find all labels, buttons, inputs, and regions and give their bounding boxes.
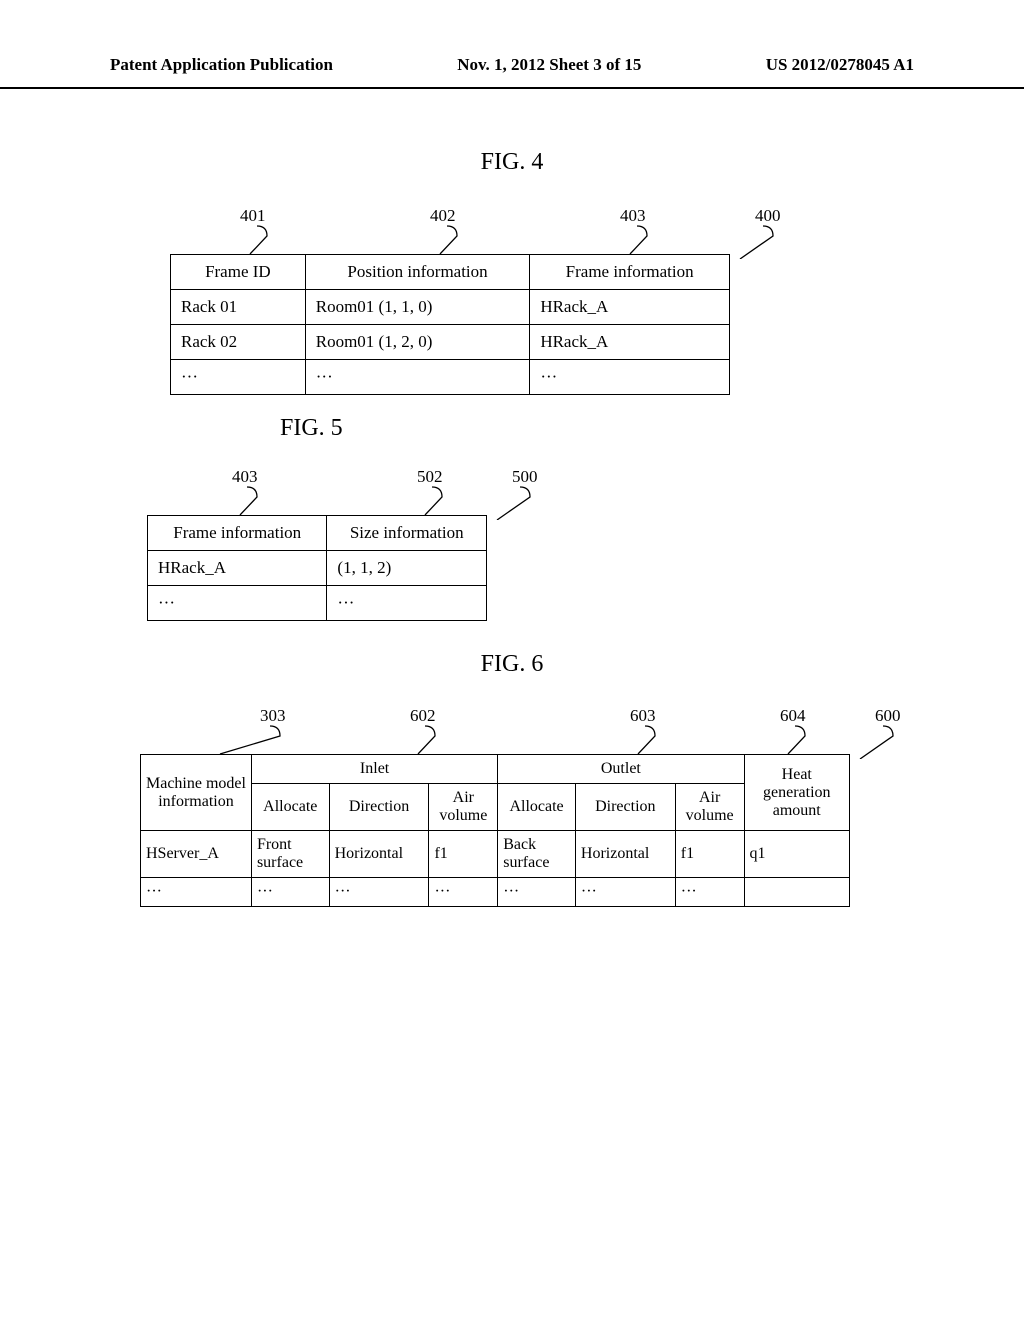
cell: HRack_A [530,290,730,325]
cell: q1 [744,831,849,878]
ref-604: 604 [780,706,806,726]
table-row: HServer_A Front surface Horizontal f1 Ba… [141,831,850,878]
col-size-info: Size information [327,516,487,551]
leadline-icon [615,224,655,259]
cell: HServer_A [141,831,252,878]
table-row: Rack 02 Room01 (1, 2, 0) HRack_A [171,325,730,360]
fig5-container: 403 502 500 Frame information Size infor… [147,467,487,621]
table-header-row: Frame information Size information [148,516,487,551]
col-frame-id: Frame ID [171,255,306,290]
cell: Room01 (1, 2, 0) [305,325,530,360]
cell: ··· [251,878,329,907]
ref-401: 401 [240,206,266,226]
leadline-icon [492,485,542,525]
table-row: HRack_A (1, 1, 2) [148,551,487,586]
ref-403: 403 [620,206,646,226]
cell: ··· [530,360,730,395]
col-out-direction: Direction [575,784,675,831]
fig5-title: FIG. 5 [280,415,1024,442]
cell: (1, 1, 2) [327,551,487,586]
leadline-icon [410,485,450,520]
fig5-table: Frame information Size information HRack… [147,515,487,621]
cell: Horizontal [575,831,675,878]
table-row: ··· ··· [148,586,487,621]
col-in-direction: Direction [329,784,429,831]
leadline-icon [425,224,465,259]
cell: HRack_A [530,325,730,360]
col-position-info: Position information [305,255,530,290]
leadline-icon [225,485,265,520]
col-frame-info: Frame information [530,255,730,290]
leadline-icon [235,224,275,259]
fig6-title: FIG. 6 [0,651,1024,678]
leadline-icon [855,724,905,764]
table-header-row: Frame ID Position information Frame info… [171,255,730,290]
cell: Back surface [498,831,576,878]
cell: ··· [305,360,530,395]
ref-400: 400 [755,206,781,226]
cell: HRack_A [148,551,327,586]
cell: Rack 01 [171,290,306,325]
ref-500: 500 [512,467,538,487]
cell: ··· [498,878,576,907]
ref-600: 600 [875,706,901,726]
col-in-allocate: Allocate [251,784,329,831]
fig4-container: 401 402 403 400 Frame ID Position inform… [170,206,730,395]
cell: ··· [171,360,306,395]
cell: ··· [327,586,487,621]
fig6-container: 303 602 603 604 600 Machine model inform… [140,706,850,907]
ref-603: 603 [630,706,656,726]
fig6-table: Machine model information Inlet Outlet H… [140,754,850,907]
cell: ··· [141,878,252,907]
leadline-icon [735,224,785,264]
fig4-title: FIG. 4 [0,149,1024,176]
col-outlet: Outlet [498,755,744,784]
leadline-icon [403,724,443,759]
cell: Horizontal [329,831,429,878]
leadline-icon [623,724,663,759]
ref-303: 303 [260,706,286,726]
col-in-air: Air volume [429,784,498,831]
leadline-icon [773,724,813,759]
header-left: Patent Application Publication [110,55,333,75]
cell: f1 [429,831,498,878]
cell: ··· [148,586,327,621]
cell: ··· [429,878,498,907]
col-out-air: Air volume [675,784,744,831]
page-header: Patent Application Publication Nov. 1, 2… [0,0,1024,89]
ref-502: 502 [417,467,443,487]
cell: ··· [675,878,744,907]
cell: Rack 02 [171,325,306,360]
cell: f1 [675,831,744,878]
cell: ··· [575,878,675,907]
table-row: Rack 01 Room01 (1, 1, 0) HRack_A [171,290,730,325]
col-inlet: Inlet [251,755,497,784]
col-frame-info: Frame information [148,516,327,551]
col-machine-model: Machine model information [141,755,252,831]
fig4-table: Frame ID Position information Frame info… [170,254,730,395]
cell: Front surface [251,831,329,878]
leadline-icon [205,724,285,759]
table-row: ··· ··· ··· [171,360,730,395]
col-out-allocate: Allocate [498,784,576,831]
ref-403b: 403 [232,467,258,487]
ref-602: 602 [410,706,436,726]
col-heat: Heat generation amount [744,755,849,831]
header-center: Nov. 1, 2012 Sheet 3 of 15 [457,55,641,75]
cell: Room01 (1, 1, 0) [305,290,530,325]
cell [744,878,849,907]
cell: ··· [329,878,429,907]
header-right: US 2012/0278045 A1 [766,55,914,75]
ref-402: 402 [430,206,456,226]
table-row: ··· ··· ··· ··· ··· ··· ··· [141,878,850,907]
